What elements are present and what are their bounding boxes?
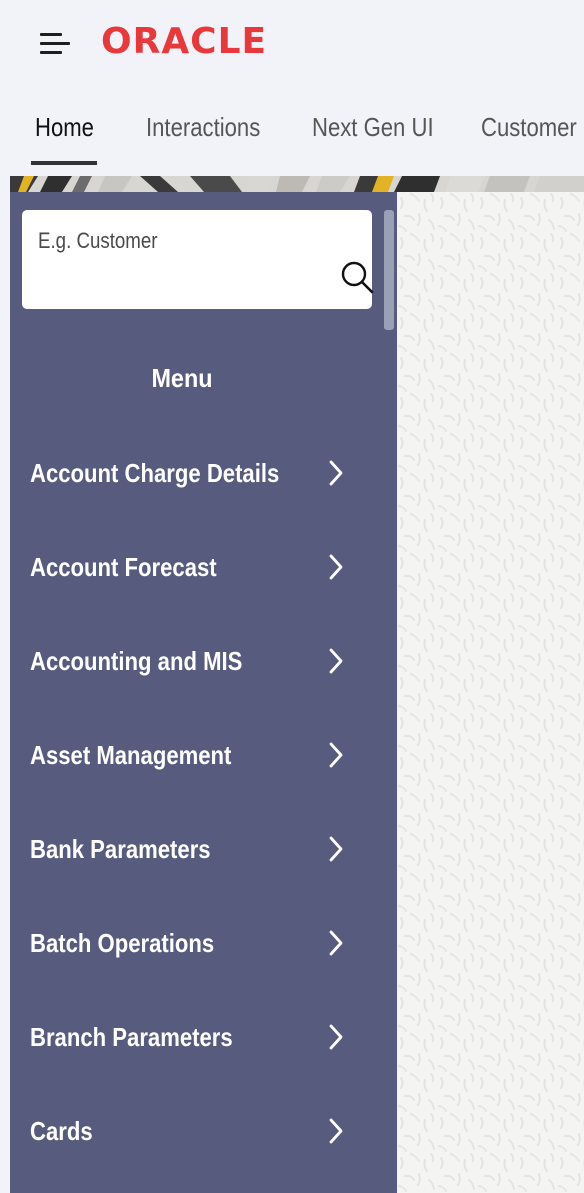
chevron-right-icon [329,648,343,674]
menu-item-label: Accounting and MIS [30,646,243,676]
oracle-logo: ORACLE [101,21,268,62]
main-content-area [397,192,584,1193]
menu-item-label: Bank Parameters [30,834,211,864]
menu-item-cards[interactable]: Cards [10,1102,397,1162]
menu-item-label: Batch Operations [30,928,215,958]
tab-next-gen-ui[interactable]: Next Gen UI [312,109,434,145]
menu-item-account-charge-details[interactable]: Account Charge Details [10,444,397,504]
chevron-right-icon [329,930,343,956]
active-tab-indicator [31,161,97,165]
decorative-banner [10,176,584,192]
chevron-right-icon [329,460,343,486]
chevron-right-icon [329,836,343,862]
chevron-right-icon [329,1024,343,1050]
menu-item-account-forecast[interactable]: Account Forecast [10,538,397,598]
chevron-right-icon [329,742,343,768]
menu-item-bank-parameters[interactable]: Bank Parameters [10,820,397,880]
menu-item-label: Asset Management [30,740,232,770]
top-header: ORACLE Home Interactions Next Gen UI Cus… [0,0,584,176]
background-pattern [397,192,584,1193]
menu-title: Menu [151,363,213,393]
menu-item-label: Cards [30,1116,93,1146]
chevron-right-icon [329,1118,343,1144]
menu-item-label: Account Forecast [30,552,217,582]
menu-item-label: Branch Parameters [30,1022,233,1052]
chevron-right-icon [329,554,343,580]
sidebar-scrollbar[interactable] [384,210,394,330]
menu-item-accounting-and-mis[interactable]: Accounting and MIS [10,632,397,692]
menu-item-branch-parameters[interactable]: Branch Parameters [10,1008,397,1068]
menu-item-label: Account Charge Details [30,458,280,488]
tab-home[interactable]: Home [35,109,94,145]
menu-item-asset-management[interactable]: Asset Management [10,726,397,786]
menu-item-batch-operations[interactable]: Batch Operations [10,914,397,974]
search-input[interactable] [22,210,372,309]
search-box: E.g. Customer [22,210,374,309]
tab-customer[interactable]: Customer [481,109,577,145]
tab-interactions[interactable]: Interactions [146,109,260,145]
sidebar-menu-panel: E.g. Customer Menu Account Charge Detail… [10,192,397,1193]
search-icon[interactable] [340,260,374,294]
hamburger-menu-icon[interactable] [40,33,70,55]
